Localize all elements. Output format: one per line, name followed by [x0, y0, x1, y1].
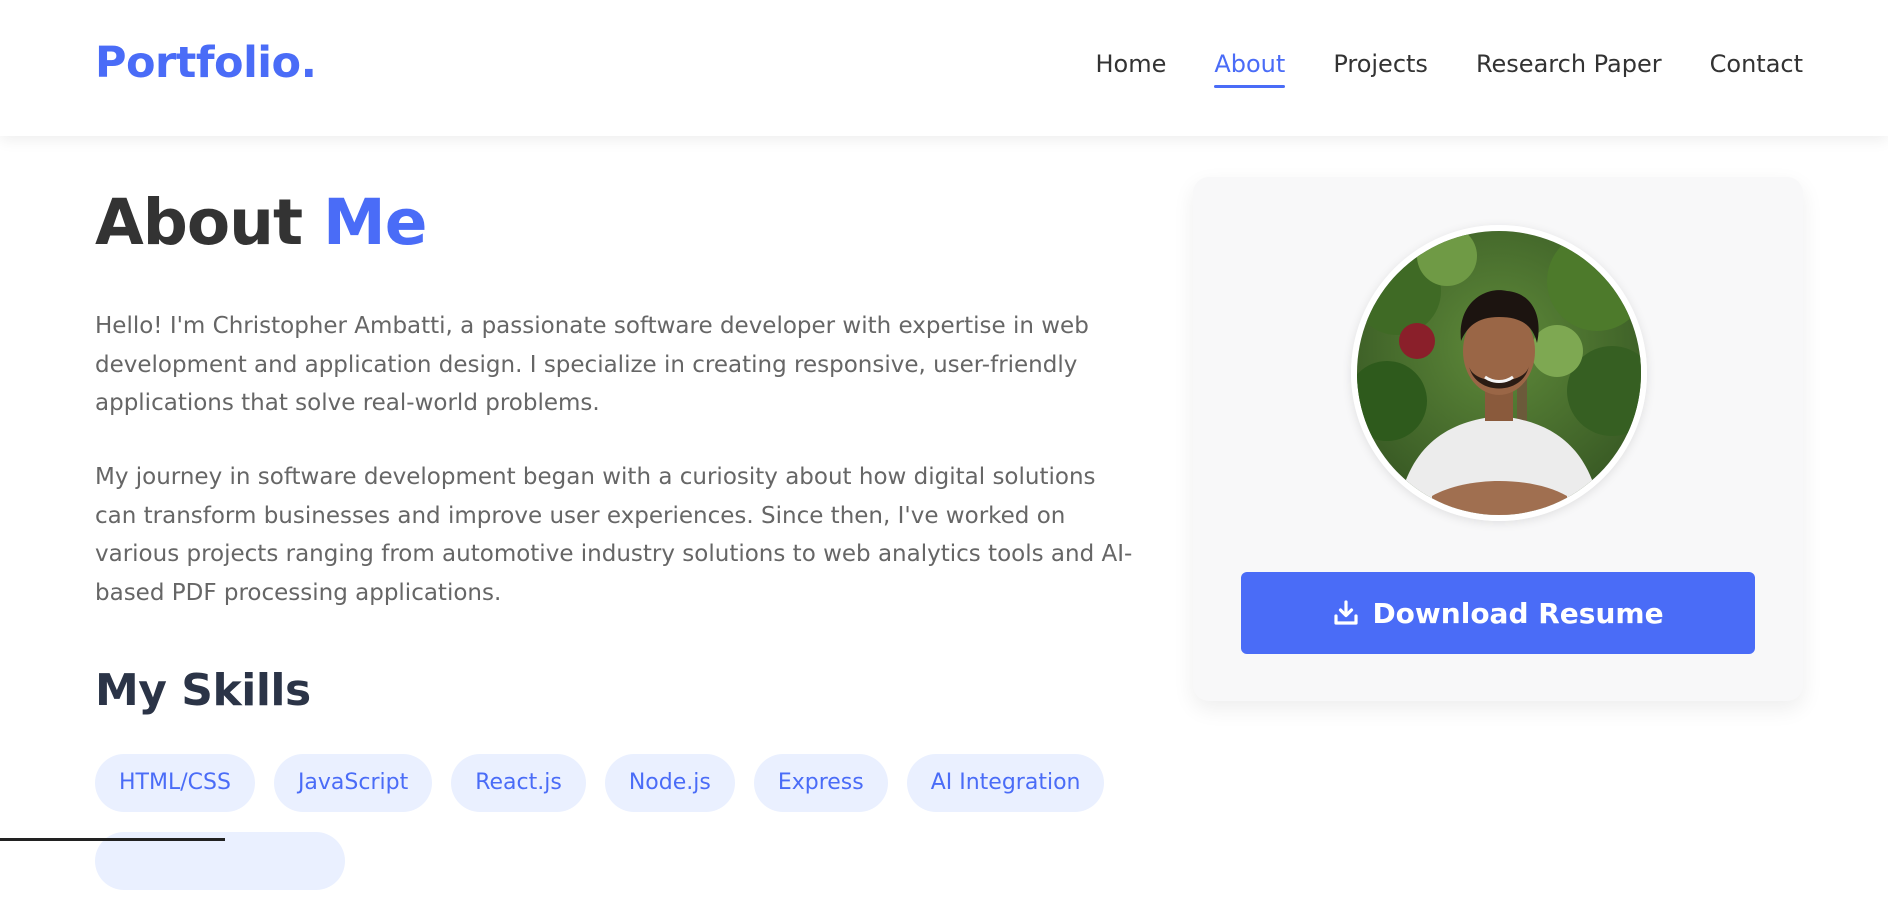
- nav-link-projects[interactable]: Projects: [1333, 50, 1428, 88]
- download-resume-button[interactable]: Download Resume: [1241, 572, 1755, 654]
- skill-tag: AI Integration: [906, 754, 1105, 812]
- active-nav-indicator: [1214, 85, 1286, 88]
- profile-photo: [1351, 225, 1647, 521]
- profile-card: Download Resume: [1193, 177, 1803, 701]
- profile-photo-image: [1357, 231, 1641, 515]
- nav-link-about-label: About: [1214, 50, 1286, 78]
- skill-tag: Express: [753, 754, 888, 812]
- skill-tag: HTML/CSS: [95, 754, 255, 812]
- skills-list: HTML/CSS JavaScript React.js Node.js Exp…: [95, 754, 1195, 910]
- about-paragraph-intro: Hello! I'm Christopher Ambatti, a passio…: [95, 313, 1089, 416]
- navbar: Portfolio. Home About Projects Research …: [0, 0, 1888, 136]
- skill-tag: JavaScript: [273, 754, 433, 812]
- skill-tag: React.js: [451, 754, 586, 812]
- nav-menu: Home About Projects Research Paper Conta…: [1047, 50, 1803, 88]
- nav-link-contact[interactable]: Contact: [1710, 50, 1803, 88]
- skills-heading: My Skills: [95, 665, 311, 716]
- page-title-main: About: [95, 186, 324, 259]
- skill-tag: Node.js: [604, 754, 735, 812]
- download-icon: [1332, 599, 1360, 627]
- page-title-accent: Me: [323, 186, 427, 259]
- logo[interactable]: Portfolio.: [95, 38, 317, 88]
- download-icon-glyph: [1334, 600, 1359, 625]
- page-title: About Me: [95, 186, 427, 259]
- download-resume-label: Download Resume: [1372, 596, 1664, 630]
- about-paragraph-journey: My journey in software development began…: [95, 464, 1133, 606]
- nav-link-about[interactable]: About: [1214, 50, 1286, 88]
- nav-link-research-paper[interactable]: Research Paper: [1476, 50, 1662, 88]
- nav-link-home[interactable]: Home: [1095, 50, 1166, 88]
